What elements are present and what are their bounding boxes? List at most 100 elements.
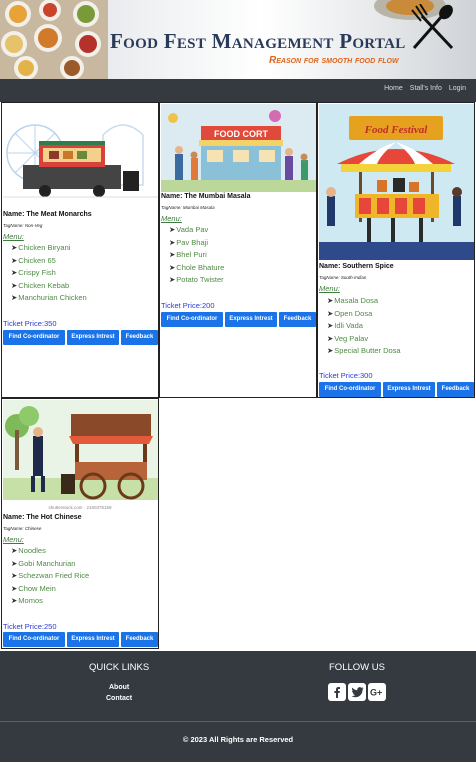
menu-item: ➤Schezwan Fried Rice	[11, 571, 90, 581]
arrow-icon: ➤	[11, 596, 18, 606]
follow-us-heading: FOLLOW US	[329, 662, 385, 673]
menu-list: ➤Masala Dosa ➤Open Dosa ➤Idli Vada ➤Veg …	[327, 295, 401, 358]
arrow-icon: ➤	[169, 237, 176, 247]
twitter-icon[interactable]	[348, 683, 366, 701]
menu-heading: Menu:	[3, 535, 24, 544]
arrow-icon: ➤	[11, 243, 18, 252]
menu-item: ➤Special Butter Dosa	[327, 346, 401, 356]
feedback-button[interactable]: Feedback	[121, 330, 158, 345]
menu-item: ➤Veg Palav	[327, 333, 369, 343]
ticket-price: Ticket Price:250	[3, 622, 57, 631]
arrow-icon: ➤	[327, 308, 334, 318]
food-plates-image	[0, 0, 108, 79]
stall-card: shutterstock.com · 2160375159 Name: The …	[1, 398, 159, 649]
arrow-icon: ➤	[169, 225, 176, 234]
spoon-fork-icon	[411, 4, 454, 50]
nav-home-link[interactable]: Home	[384, 85, 403, 92]
nav-stalls-info-link[interactable]: Stall's Info	[410, 85, 442, 92]
menu-heading: Menu:	[161, 214, 182, 223]
feedback-button[interactable]: Feedback	[279, 312, 316, 327]
arrow-icon: ➤	[11, 268, 18, 278]
menu-item: ➤Masala Dosa	[327, 296, 379, 305]
find-coordinator-button[interactable]: Find Co-ordinator	[3, 330, 65, 345]
menu-item: ➤Chicken 65	[11, 255, 56, 265]
stall-name: Name: Southern Spice	[319, 263, 394, 270]
food-truck-image	[3, 105, 158, 210]
feedback-button[interactable]: Feedback	[437, 382, 474, 397]
arrow-icon: ➤	[169, 262, 176, 272]
page-subtitle: Reason for smooth food flow	[269, 55, 399, 66]
page-title: Food Fest Management Portal	[110, 29, 406, 53]
arrow-icon: ➤	[169, 250, 176, 260]
express-interest-button[interactable]: Express Intrest	[225, 312, 277, 327]
facebook-icon[interactable]	[328, 683, 346, 701]
ticket-price: Ticket Price:300	[319, 371, 373, 380]
find-coordinator-button[interactable]: Find Co-ordinator	[161, 312, 223, 327]
menu-item: ➤Open Dosa	[327, 308, 373, 318]
footer-divider	[0, 721, 476, 722]
copyright-text: © 2023 All Rights are Reserved	[182, 735, 294, 744]
arrow-icon: ➤	[169, 275, 176, 285]
stall-tag: TagName: Non-Veg	[3, 223, 43, 228]
stall-tag: TagName: Mumbai Masala	[161, 205, 215, 210]
header-banner: Food Fest Management Portal Reason for s…	[0, 0, 476, 79]
arrow-icon: ➤	[327, 333, 334, 343]
arrow-icon: ➤	[11, 558, 18, 568]
menu-list: ➤Vada Pav ➤Pav Bhaji ➤Bhel Puri ➤Chole B…	[169, 224, 224, 287]
menu-item: ➤Crispy Fish	[11, 268, 56, 278]
arrow-icon: ➤	[327, 296, 334, 305]
card-actions: Find Co-ordinator Express Intrest Feedba…	[3, 632, 158, 647]
arrow-icon: ➤	[327, 346, 334, 356]
arrow-icon: ➤	[327, 321, 334, 331]
google-plus-icon[interactable]: G+	[368, 683, 386, 701]
food-cart-image: shutterstock.com · 2160375159	[3, 400, 158, 512]
menu-item: ➤Idli Vada	[327, 321, 363, 331]
stall-tag: TagName: Chinese	[3, 526, 42, 531]
menu-item: ➤Chole Bhature	[169, 262, 225, 272]
food-festival-sign: Food Festival	[364, 124, 429, 136]
card-actions: Find Co-ordinator Express Intrest Feedba…	[319, 382, 474, 397]
menu-item: ➤Gobi Manchurian	[11, 558, 76, 568]
menu-item: ➤Vada Pav	[169, 225, 209, 234]
food-festival-image: Food Festival	[319, 104, 474, 260]
card-actions: Find Co-ordinator Express Intrest Feedba…	[3, 330, 158, 345]
menu-list: ➤Chicken Biryani ➤Chicken 65 ➤Crispy Fis…	[11, 242, 87, 305]
stall-card: Food Festival Name: Southern Spice TagNa…	[317, 102, 475, 398]
menu-item: ➤Chicken Kebab	[11, 280, 70, 290]
contact-link[interactable]: Contact	[106, 695, 132, 702]
card-actions: Find Co-ordinator Express Intrest Feedba…	[161, 312, 316, 327]
menu-item: ➤Noodles	[11, 546, 46, 555]
footer: QUICK LINKS About Contact FOLLOW US G+ ©…	[0, 651, 476, 762]
svg-text:G+: G+	[370, 688, 382, 698]
stall-name: Name: The Meat Monarchs	[3, 211, 92, 218]
menu-item: ➤Bhel Puri	[169, 250, 207, 260]
food-court-sign: FOOD CORT	[214, 129, 268, 139]
menu-item: ➤Potato Twister	[169, 275, 224, 285]
menu-list: ➤Noodles ➤Gobi Manchurian ➤Schezwan Frie…	[11, 545, 89, 608]
ticket-price: Ticket Price:350	[3, 319, 57, 328]
menu-item: ➤Chicken Biryani	[11, 243, 71, 252]
express-interest-button[interactable]: Express Intrest	[67, 330, 119, 345]
stall-name: Name: The Hot Chinese	[3, 514, 82, 521]
arrow-icon: ➤	[11, 293, 18, 303]
express-interest-button[interactable]: Express Intrest	[67, 632, 119, 647]
food-court-image: FOOD CORT	[161, 104, 316, 192]
menu-item: ➤Chow Mein	[11, 583, 56, 593]
image-watermark: shutterstock.com · 2160375159	[48, 505, 112, 510]
express-interest-button[interactable]: Express Intrest	[383, 382, 435, 397]
stall-card: Name: The Meat Monarchs TagName: Non-Veg…	[1, 102, 159, 398]
find-coordinator-button[interactable]: Find Co-ordinator	[3, 632, 65, 647]
arrow-icon: ➤	[11, 583, 18, 593]
arrow-icon: ➤	[11, 546, 18, 555]
nav-login-link[interactable]: Login	[449, 85, 466, 92]
arrow-icon: ➤	[11, 255, 18, 265]
feedback-button[interactable]: Feedback	[121, 632, 158, 647]
menu-item: ➤Manchurian Chicken	[11, 293, 87, 303]
arrow-icon: ➤	[11, 280, 18, 290]
find-coordinator-button[interactable]: Find Co-ordinator	[319, 382, 381, 397]
stall-tag: TagName: South-Indian	[319, 275, 367, 280]
menu-item: ➤Pav Bhaji	[169, 237, 208, 247]
menu-item: ➤Momos	[11, 596, 43, 606]
about-link[interactable]: About	[109, 684, 129, 691]
social-links: G+	[328, 683, 386, 701]
